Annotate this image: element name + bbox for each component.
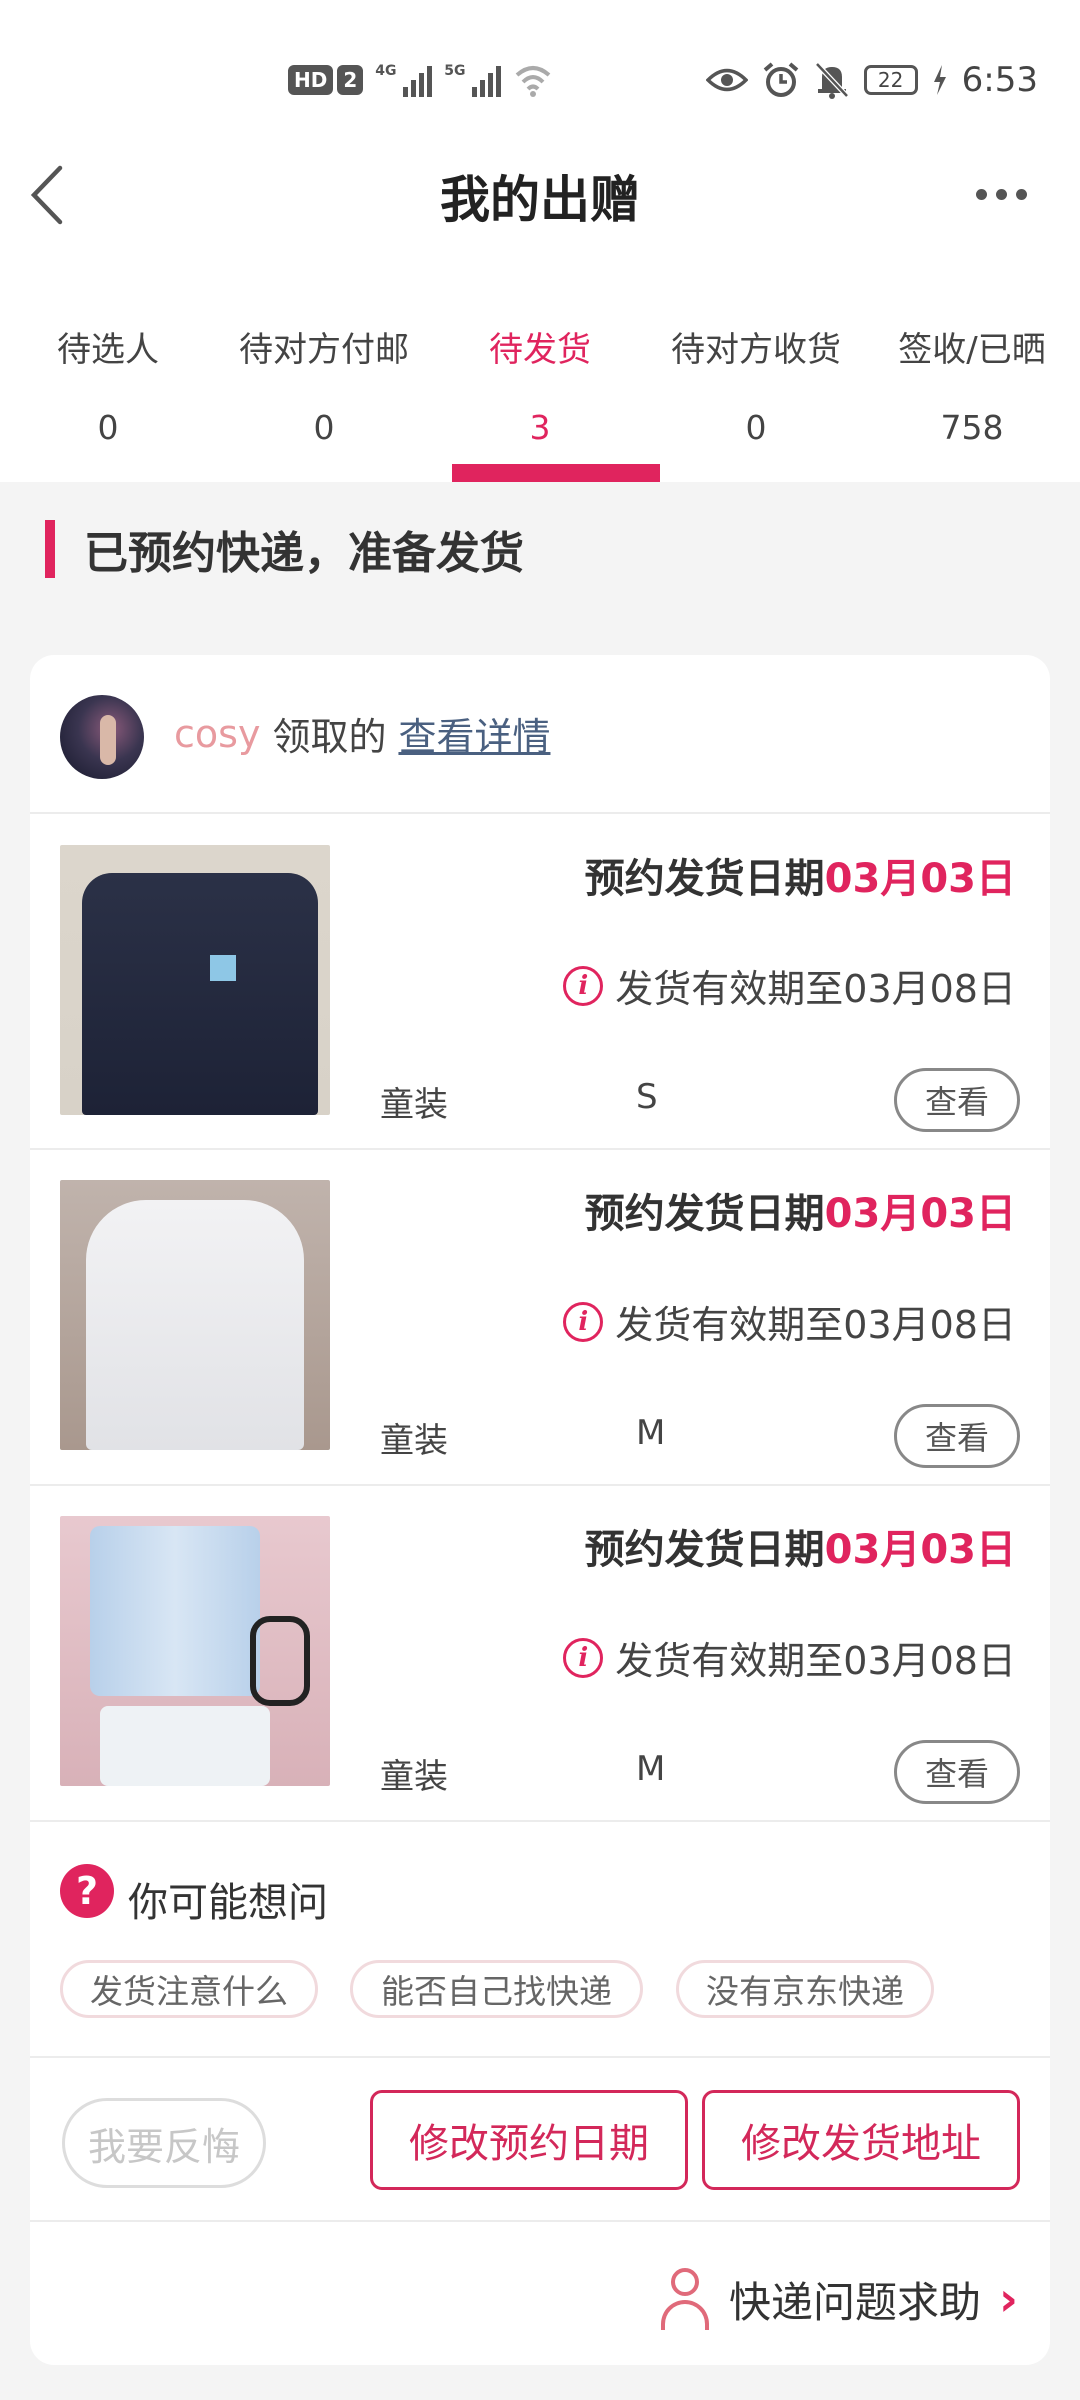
- tab-received[interactable]: 签收/已晒 758: [864, 300, 1080, 482]
- valid-text: 发货有效期至03月08日: [615, 1639, 1016, 1683]
- owner-action: 领取的: [272, 715, 387, 759]
- valid-line: i 发货有效期至03月08日: [563, 958, 1016, 1013]
- info-icon: i: [563, 965, 604, 1006]
- view-detail-link[interactable]: 查看详情: [398, 706, 550, 761]
- faq-chip[interactable]: 发货注意什么: [60, 1960, 318, 2018]
- battery-icon: 22: [863, 65, 918, 95]
- status-tabs: 待选人 0 待对方付邮 0 待发货 3 待对方收货 0 签收/已晒 758: [0, 300, 1080, 482]
- tab-count: 0: [97, 408, 119, 447]
- page-title: 我的出赠: [440, 171, 640, 229]
- change-address-button[interactable]: 修改发货地址: [702, 2090, 1020, 2190]
- tab-label: 待对方付邮: [239, 330, 409, 370]
- ship-date-value: 03月03日: [824, 856, 1016, 902]
- valid-text: 发货有效期至03月08日: [615, 1303, 1016, 1347]
- item-category: 童装: [380, 1421, 448, 1461]
- clock: 6:53: [961, 60, 1038, 100]
- signal-5g-icon: 5G: [444, 63, 502, 97]
- owner-line: cosy 领取的 查看详情: [174, 706, 550, 761]
- valid-line: i 发货有效期至03月08日: [563, 1294, 1016, 1349]
- ship-date-line: 预约发货日期03月03日: [585, 846, 1016, 904]
- valid-line: i 发货有效期至03月08日: [563, 1630, 1016, 1685]
- view-button[interactable]: 查看: [894, 1068, 1020, 1132]
- tab-label: 待对方收货: [671, 330, 841, 370]
- divider: [30, 1484, 1050, 1486]
- owner-name[interactable]: cosy: [174, 712, 260, 756]
- tab-pending-postage[interactable]: 待对方付邮 0: [216, 300, 432, 482]
- hd-icon: HD 2: [288, 65, 364, 95]
- item-category: 童装: [380, 1757, 448, 1797]
- signal-icon: 4G: [375, 63, 433, 97]
- more-dots-icon[interactable]: [976, 182, 1036, 206]
- item-photo[interactable]: [60, 1516, 330, 1786]
- section-accent-bar: [45, 520, 55, 578]
- item-photo[interactable]: [60, 845, 330, 1115]
- section-title: 已预约快递，准备发货: [84, 528, 524, 579]
- ship-date-line: 预约发货日期03月03日: [585, 1517, 1016, 1575]
- item-size: M: [636, 1749, 666, 1789]
- divider: [30, 1148, 1050, 1150]
- active-tab-indicator: [452, 464, 660, 482]
- view-button[interactable]: 查看: [894, 1404, 1020, 1468]
- tab-count: 758: [940, 408, 1004, 447]
- info-icon: i: [563, 1301, 604, 1342]
- item-photo[interactable]: [60, 1180, 330, 1450]
- alarm-icon: [763, 62, 798, 97]
- regret-button[interactable]: 我要反悔: [62, 2098, 266, 2188]
- tab-pending-receive[interactable]: 待对方收货 0: [648, 300, 864, 482]
- divider: [30, 2220, 1050, 2222]
- tab-label: 签收/已晒: [898, 330, 1046, 370]
- tab-count: 0: [313, 408, 335, 447]
- tab-count: 3: [529, 408, 551, 447]
- item-category: 童装: [380, 1085, 448, 1125]
- wifi-icon: [515, 66, 551, 97]
- question-icon: ?: [60, 1864, 114, 1918]
- tab-pending-ship[interactable]: 待发货 3: [432, 300, 660, 482]
- charging-icon: [933, 65, 946, 95]
- ship-date-value: 03月03日: [824, 1191, 1016, 1237]
- faq-chip[interactable]: 能否自己找快递: [350, 1960, 643, 2018]
- chevron-right-icon: ›: [999, 2272, 1018, 2326]
- tab-label: 待选人: [57, 330, 159, 370]
- valid-text: 发货有效期至03月08日: [615, 967, 1016, 1011]
- eye-icon: [705, 68, 748, 92]
- status-bar-left: HD 2 4G 5G: [288, 58, 553, 102]
- tab-label: 待发货: [489, 330, 591, 370]
- ship-date-label: 预约发货日期: [584, 856, 825, 902]
- ship-date-label: 预约发货日期: [584, 1191, 825, 1237]
- ship-date-label: 预约发货日期: [584, 1527, 825, 1573]
- item-size: S: [636, 1077, 658, 1117]
- item-size: M: [636, 1413, 666, 1453]
- ship-date-line: 预约发货日期03月03日: [585, 1181, 1016, 1239]
- divider: [30, 1820, 1050, 1822]
- info-icon: i: [563, 1637, 604, 1678]
- divider: [30, 812, 1050, 814]
- status-bar-right: 22 6:53: [705, 50, 1038, 110]
- faq-title: 你可能想问: [128, 1880, 328, 1926]
- person-icon: [659, 2268, 711, 2330]
- view-button[interactable]: 查看: [894, 1740, 1020, 1804]
- shipping-help[interactable]: 快递问题求助 ›: [659, 2264, 1018, 2334]
- tab-pending-select[interactable]: 待选人 0: [0, 300, 216, 482]
- faq-chip[interactable]: 没有京东快递: [676, 1960, 934, 2018]
- tab-count: 0: [745, 408, 767, 447]
- change-date-button[interactable]: 修改预约日期: [370, 2090, 688, 2190]
- ship-date-value: 03月03日: [824, 1527, 1016, 1573]
- mute-bell-icon: [814, 62, 849, 99]
- divider: [30, 2056, 1050, 2058]
- avatar[interactable]: [60, 695, 144, 779]
- help-label: 快递问题求助: [729, 2277, 982, 2327]
